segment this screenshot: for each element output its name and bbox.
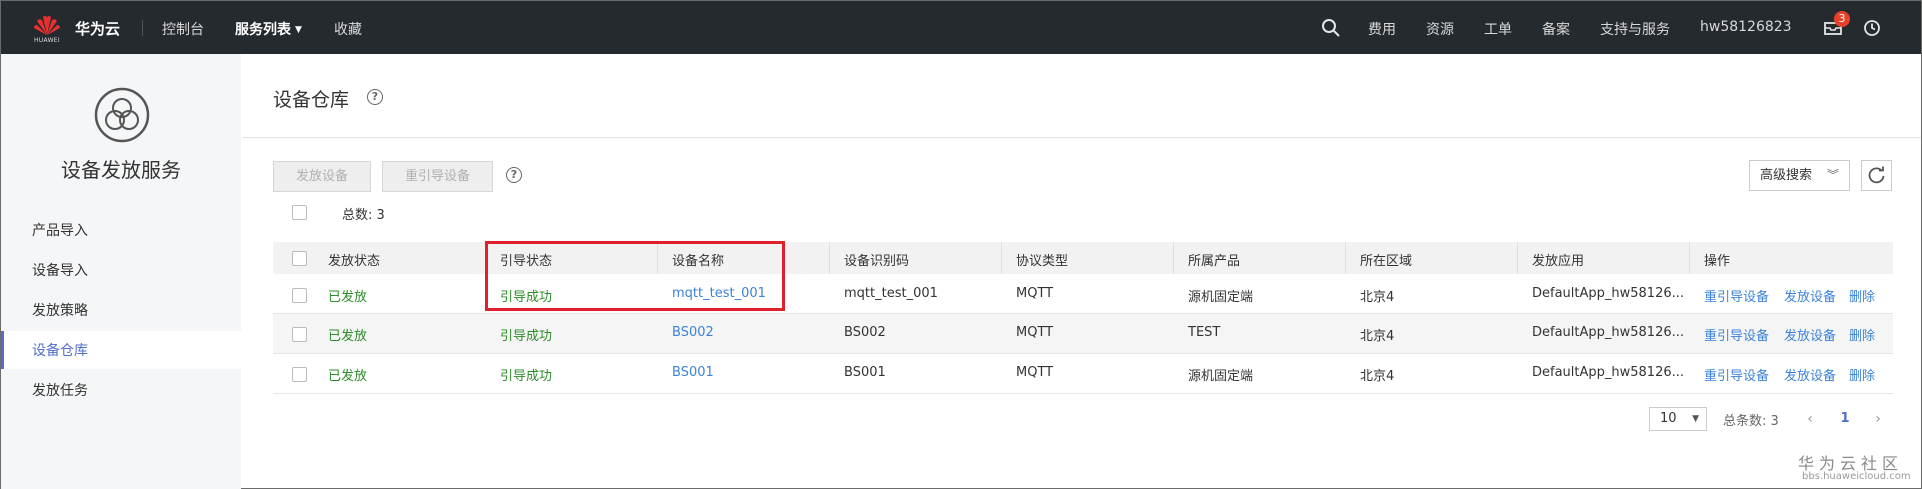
nav-service-list[interactable]: 服务列表 ▼: [235, 19, 302, 39]
refresh-button[interactable]: [1861, 160, 1892, 191]
column-header-region: 所在区域: [1360, 254, 1413, 269]
provision-status: 已发放: [328, 290, 368, 305]
device-id: BS002: [844, 325, 886, 340]
refresh-icon: [1868, 166, 1885, 184]
protocol: MQTT: [1016, 325, 1054, 340]
logo-text: HUAWEI: [34, 37, 60, 44]
advanced-search-dropdown[interactable]: 高级搜索 ︾: [1749, 160, 1850, 191]
region: 北京4: [1360, 329, 1395, 344]
row-checkbox[interactable]: [292, 288, 307, 303]
delete-link[interactable]: 删除: [1849, 365, 1875, 384]
caret-down-icon: ▼: [1692, 414, 1699, 424]
page-size-value: 10: [1660, 411, 1677, 426]
nav-service-list-label: 服务列表: [235, 22, 291, 38]
nav-icp[interactable]: 备案: [1542, 19, 1570, 39]
search-icon[interactable]: [1321, 18, 1341, 38]
product: TEST: [1188, 325, 1221, 340]
sidebar-item-device-import[interactable]: 设备导入: [32, 260, 88, 280]
device-id: BS001: [844, 365, 886, 380]
delete-link[interactable]: 删除: [1849, 325, 1875, 344]
user-account[interactable]: hw58126823: [1700, 19, 1792, 35]
sidebar-item-device-repository[interactable]: 设备仓库: [32, 340, 88, 360]
sidebar-item-provision-policy[interactable]: 发放策略: [32, 300, 88, 320]
divider: [242, 137, 1921, 138]
delete-link[interactable]: 删除: [1849, 286, 1875, 305]
column-divider: [1345, 242, 1346, 274]
total-count: 总数: 3: [342, 208, 385, 223]
column-divider: [829, 242, 830, 274]
column-header-product: 所属产品: [1188, 254, 1241, 269]
watermark-url: bbs.huaweicloud.com: [1802, 471, 1911, 482]
provision-device-button[interactable]: 发放设备: [273, 161, 371, 192]
protocol: MQTT: [1016, 365, 1054, 380]
page-number-current[interactable]: 1: [1832, 407, 1858, 431]
top-navbar: HUAWEI 华为云 控制台 服务列表 ▼ 收藏 费用 资源 工单 备案 支持与服…: [1, 1, 1921, 54]
row-checkbox[interactable]: [292, 327, 307, 342]
row-divider: [273, 393, 1893, 394]
device-id: mqtt_test_001: [844, 286, 938, 301]
sidebar-item-provision-tasks[interactable]: 发放任务: [32, 380, 88, 400]
region: 北京4: [1360, 369, 1395, 384]
provision-app: DefaultApp_hw58126...: [1532, 325, 1685, 340]
guide-status: 引导成功: [500, 329, 553, 344]
device-name-link[interactable]: BS002: [672, 325, 714, 340]
sidebar: 设备发放服务 产品导入 设备导入 发放策略 设备仓库 发放任务: [1, 54, 241, 489]
provision-device-link[interactable]: 发放设备: [1784, 325, 1836, 344]
column-divider: [1173, 242, 1174, 274]
help-icon[interactable]: ?: [506, 167, 522, 183]
provision-device-link[interactable]: 发放设备: [1784, 365, 1836, 384]
column-divider: [1517, 242, 1518, 274]
product: 源机固定端: [1188, 369, 1254, 384]
nav-resources[interactable]: 资源: [1426, 19, 1454, 39]
nav-console[interactable]: 控制台: [162, 19, 204, 39]
provision-status: 已发放: [328, 369, 368, 384]
device-provisioning-service-icon: [94, 87, 150, 147]
product: 源机固定端: [1188, 290, 1254, 305]
provision-status: 已发放: [328, 329, 368, 344]
chevron-down-icon: ︾: [1826, 168, 1839, 182]
column-header-protocol: 协议类型: [1016, 254, 1069, 269]
service-title: 设备发放服务: [61, 158, 181, 182]
prev-page-icon[interactable]: ‹: [1797, 407, 1823, 431]
column-divider: [1689, 242, 1690, 274]
nav-billing[interactable]: 费用: [1368, 19, 1396, 39]
sidebar-item-product-import[interactable]: 产品导入: [32, 220, 88, 240]
next-page-icon[interactable]: ›: [1865, 407, 1891, 431]
row-checkbox[interactable]: [292, 367, 307, 382]
device-name-link[interactable]: BS001: [672, 365, 714, 380]
column-divider: [1001, 242, 1002, 274]
notification-badge: 3: [1834, 11, 1850, 27]
column-header-provision-status: 发放状态: [328, 254, 381, 269]
reguide-device-link[interactable]: 重引导设备: [1704, 325, 1769, 344]
provision-app: DefaultApp_hw58126...: [1532, 286, 1685, 301]
select-all-checkbox-top[interactable]: [292, 205, 307, 220]
divider: [142, 20, 143, 36]
reguide-device-link[interactable]: 重引导设备: [1704, 365, 1769, 384]
guide-status: 引导成功: [500, 369, 553, 384]
page-size-select[interactable]: 10 ▼: [1649, 407, 1707, 431]
page-title: 设备仓库: [273, 89, 350, 111]
nav-support[interactable]: 支持与服务: [1600, 19, 1670, 39]
select-all-checkbox[interactable]: [292, 251, 307, 266]
nav-favorites[interactable]: 收藏: [334, 19, 362, 39]
column-header-device-id: 设备识别码: [844, 254, 910, 269]
advanced-search-label: 高级搜索: [1760, 168, 1813, 183]
column-header-actions: 操作: [1704, 254, 1731, 269]
brand-name[interactable]: 华为云: [75, 18, 120, 39]
provision-app: DefaultApp_hw58126...: [1532, 365, 1685, 380]
pagination-total: 总条数: 3: [1723, 414, 1779, 429]
region: 北京4: [1360, 290, 1395, 305]
help-icon[interactable]: ?: [367, 89, 383, 105]
column-header-app: 发放应用: [1532, 254, 1585, 269]
highlight-annotation-box: [485, 241, 785, 311]
nav-tickets[interactable]: 工单: [1484, 19, 1512, 39]
clock-icon[interactable]: [1862, 18, 1882, 38]
reguide-device-link[interactable]: 重引导设备: [1704, 286, 1769, 305]
caret-down-icon: ▼: [295, 25, 302, 35]
protocol: MQTT: [1016, 286, 1054, 301]
reguide-device-button[interactable]: 重引导设备: [382, 161, 493, 192]
provision-device-link[interactable]: 发放设备: [1784, 286, 1836, 305]
